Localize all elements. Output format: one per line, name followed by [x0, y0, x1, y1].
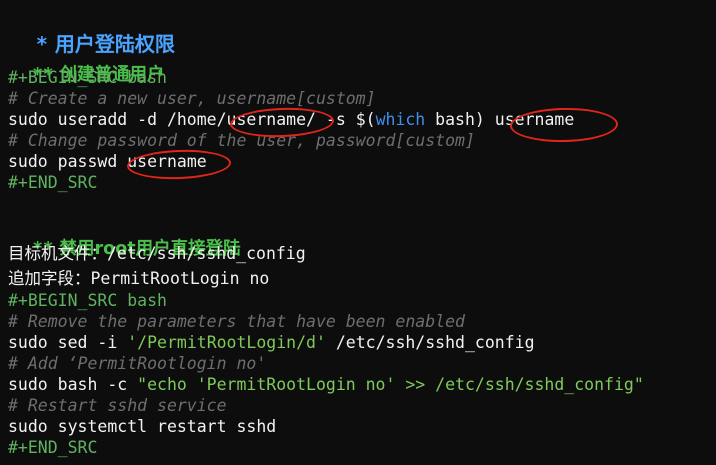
string-literal: "echo 'PermitRootLogin no' >> /etc/ssh/s…	[137, 375, 644, 394]
username-path-text: username/	[226, 110, 316, 129]
comment-line: # Restart sshd service	[8, 396, 227, 415]
code-text: sudo passwd	[8, 152, 128, 171]
code-line-passwd: sudo passwd username	[8, 152, 207, 173]
code-text: sudo sed -i	[8, 333, 128, 352]
code-text: bash)	[425, 110, 495, 129]
target-label: 目标机文件：	[8, 244, 107, 263]
heading-disable-root[interactable]: ** 禁用root用户直接登陆	[8, 219, 240, 259]
code-text: -s $(	[315, 110, 376, 129]
append-field-line: 追加字段：PermitRootLogin no	[8, 269, 269, 290]
comment-line: # Add ‘PermitRootlogin no'	[8, 354, 267, 373]
comment-line: # Create a new user, username[custom]	[8, 89, 376, 108]
begin-src-line: #+BEGIN_SRC bash	[8, 68, 167, 87]
code-text: sudo useradd -d /home/	[8, 110, 227, 129]
org-mode-editor[interactable]: * 用户登陆权限 ** 创建普通用户 #+BEGIN_SRC bash # Cr…	[0, 0, 716, 465]
code-line-useradd: sudo useradd -d /home/username/ -s $(whi…	[8, 110, 574, 131]
code-line-sed: sudo sed -i '/PermitRootLogin/d' /etc/ss…	[8, 333, 535, 354]
username-arg-text: username	[127, 152, 207, 171]
which-keyword: which	[375, 110, 426, 129]
begin-src-line: #+BEGIN_SRC bash	[8, 291, 167, 310]
code-line-systemctl: sudo systemctl restart sshd	[8, 417, 277, 436]
heading-level1[interactable]: * 用户登陆权限	[8, 14, 175, 54]
end-src-line: #+END_SRC	[8, 438, 98, 457]
heading-create-user[interactable]: ** 创建普通用户	[8, 45, 164, 85]
comment-line: # Remove the parameters that have been e…	[8, 312, 465, 331]
code-text: /etc/ssh/sshd_config	[325, 333, 535, 352]
target-file-line: 目标机文件：/etc/ssh/sshd_config	[8, 244, 306, 265]
append-value: PermitRootLogin no	[90, 269, 270, 288]
append-label: 追加字段：	[8, 269, 91, 288]
code-line-bash-echo: sudo bash -c "echo 'PermitRootLogin no' …	[8, 375, 644, 396]
comment-line: # Change password of the user, password[…	[8, 131, 475, 150]
username-arg-text: username	[494, 110, 575, 129]
end-src-line: #+END_SRC	[8, 173, 98, 192]
target-value: /etc/ssh/sshd_config	[107, 244, 306, 263]
code-text: sudo bash -c	[8, 375, 138, 394]
string-literal: '/PermitRootLogin/d'	[127, 333, 326, 352]
